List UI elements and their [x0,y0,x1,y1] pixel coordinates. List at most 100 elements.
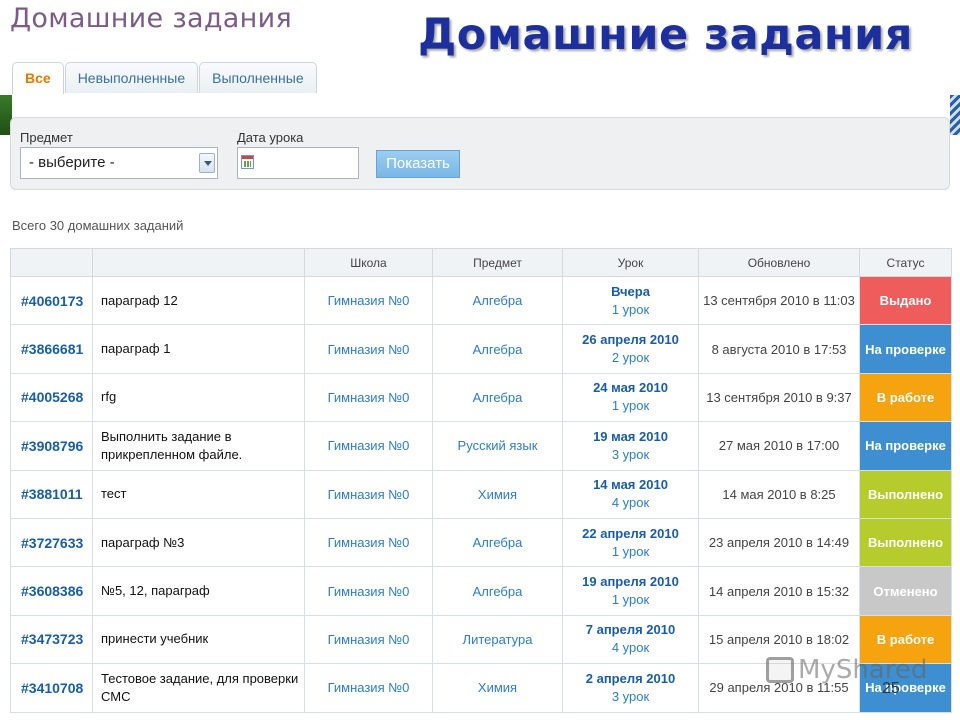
lesson-cell[interactable]: 19 мая 2010 3 урок [562,421,699,471]
header-title [92,248,305,277]
table-row[interactable]: #4005268 rfg Гимназия №0 Алгебра 24 мая 2010… [10,372,952,423]
total-count: Всего 30 домашних заданий [12,218,184,233]
school-link[interactable]: Гимназия №0 [304,372,433,423]
homework-title: rfg [92,372,305,423]
lesson-number[interactable]: 1 урок [563,301,698,319]
school-link[interactable]: Гимназия №0 [304,421,433,471]
app-title: Домашние задания [10,3,292,34]
lesson-date[interactable]: 14 мая 2010 [563,476,698,494]
homework-title: параграф №3 [92,517,305,568]
subject-link[interactable]: Алгебра [432,275,563,326]
presentation-icon [766,657,794,683]
lesson-cell[interactable]: 14 мая 2010 4 урок [562,469,699,519]
homework-id-link[interactable]: #3908796 [10,421,93,471]
lesson-number[interactable]: 1 урок [563,543,698,561]
subject-select-value: - выберите - [29,154,115,171]
header-school[interactable]: Школа [304,248,433,277]
updated-time: 14 мая 2010 в 8:25 [698,469,860,519]
homework-id-link[interactable]: #4005268 [10,372,93,423]
school-link[interactable]: Гимназия №0 [304,324,433,374]
lesson-date[interactable]: 24 мая 2010 [563,379,698,397]
homework-title: Выполнить задание в прикрепленном файле. [92,421,305,471]
subject-link[interactable]: Литература [432,614,563,665]
lesson-cell[interactable]: 26 апреля 2010 2 урок [562,324,699,374]
homework-id-link[interactable]: #3473723 [10,614,93,665]
homework-title: параграф 1 [92,324,305,374]
lesson-date[interactable]: 7 апреля 2010 [563,621,698,639]
status-badge: Выполнено [859,469,952,519]
updated-time: 13 сентября 2010 в 11:03 [698,275,860,326]
school-link[interactable]: Гимназия №0 [304,275,433,326]
lesson-cell[interactable]: 7 апреля 2010 4 урок [562,614,699,665]
lesson-cell[interactable]: 2 апреля 2010 3 урок [562,663,699,713]
lesson-date[interactable]: 19 мая 2010 [563,428,698,446]
table-row[interactable]: #3727633 параграф №3 Гимназия №0 Алгебра 22 … [10,517,952,568]
school-link[interactable]: Гимназия №0 [304,614,433,665]
homework-id-link[interactable]: #3410708 [10,663,93,713]
lesson-date[interactable]: 22 апреля 2010 [563,525,698,543]
lesson-number[interactable]: 4 урок [563,494,698,512]
tab-finished[interactable]: Выполненные [199,62,317,93]
lesson-number[interactable]: 3 урок [563,688,698,706]
homework-id-link[interactable]: #3727633 [10,517,93,568]
lesson-cell[interactable]: Вчера 1 урок [562,275,699,326]
subject-link[interactable]: Алгебра [432,372,563,423]
homework-id-link[interactable]: #3866681 [10,324,93,374]
updated-time: 14 апреля 2010 в 15:32 [698,566,860,616]
lesson-cell[interactable]: 19 апреля 2010 1 урок [562,566,699,616]
header-updated[interactable]: Обновлено [698,248,860,277]
homework-title: №5, 12, параграф [92,566,305,616]
slide-title: Домашние задания [418,10,913,60]
status-tabs: Все Невыполненные Выполненные [12,62,318,94]
table-row[interactable]: #3881011 тест Гимназия №0 Химия 14 мая 2010 4… [10,469,952,519]
table-row[interactable]: #3866681 параграф 1 Гимназия №0 Алгебра 26 а… [10,324,952,374]
lesson-cell[interactable]: 24 мая 2010 1 урок [562,372,699,423]
homework-title: принести учебник [92,614,305,665]
show-button[interactable]: Показать [376,150,460,178]
subject-link[interactable]: Алгебра [432,566,563,616]
chevron-down-icon[interactable] [199,153,215,173]
updated-time: 8 августа 2010 в 17:53 [698,324,860,374]
header-lesson[interactable]: Урок [562,248,699,277]
subject-link[interactable]: Химия [432,663,563,713]
school-link[interactable]: Гимназия №0 [304,663,433,713]
status-badge: На проверке [859,421,952,471]
homework-id-link[interactable]: #3608386 [10,566,93,616]
table-row[interactable]: #3908796 Выполнить задание в прикрепленно… [10,421,952,471]
tab-all[interactable]: Все [12,62,64,94]
school-link[interactable]: Гимназия №0 [304,517,433,568]
lesson-date-input[interactable] [237,147,359,179]
updated-time: 27 мая 2010 в 17:00 [698,421,860,471]
school-link[interactable]: Гимназия №0 [304,469,433,519]
lesson-number[interactable]: 2 урок [563,349,698,367]
header-subject[interactable]: Предмет [432,248,563,277]
subject-link[interactable]: Алгебра [432,324,563,374]
subject-select[interactable]: - выберите - [20,147,218,179]
tab-unfinished[interactable]: Невыполненные [64,62,199,93]
homework-table: Школа Предмет Урок Обновлено Статус #406… [10,248,952,713]
watermark-text: MyShared [798,655,928,685]
subject-link[interactable]: Русский язык [432,421,563,471]
lesson-date[interactable]: Вчера [563,283,698,301]
updated-time: 23 апреля 2010 в 14:49 [698,517,860,568]
table-header-row: Школа Предмет Урок Обновлено Статус [10,248,952,277]
subject-link[interactable]: Химия [432,469,563,519]
lesson-date[interactable]: 19 апреля 2010 [563,573,698,591]
subject-link[interactable]: Алгебра [432,517,563,568]
status-badge: Отменено [859,566,952,616]
homework-id-link[interactable]: #4060173 [10,275,93,326]
lesson-number[interactable]: 1 урок [563,591,698,609]
lesson-number[interactable]: 3 урок [563,446,698,464]
lesson-number[interactable]: 4 урок [563,639,698,657]
lesson-cell[interactable]: 22 апреля 2010 1 урок [562,517,699,568]
lesson-number[interactable]: 1 урок [563,397,698,415]
table-row[interactable]: #4060173 параграф 12 Гимназия №0 Алгебра Вче… [10,275,952,326]
lesson-date[interactable]: 2 апреля 2010 [563,670,698,688]
homework-id-link[interactable]: #3881011 [10,469,93,519]
table-row[interactable]: #3608386 №5, 12, параграф Гимназия №0 Алгеб… [10,566,952,616]
school-link[interactable]: Гимназия №0 [304,566,433,616]
header-status[interactable]: Статус [859,248,952,277]
calendar-icon[interactable] [241,155,254,169]
homework-title: параграф 12 [92,275,305,326]
lesson-date[interactable]: 26 апреля 2010 [563,331,698,349]
